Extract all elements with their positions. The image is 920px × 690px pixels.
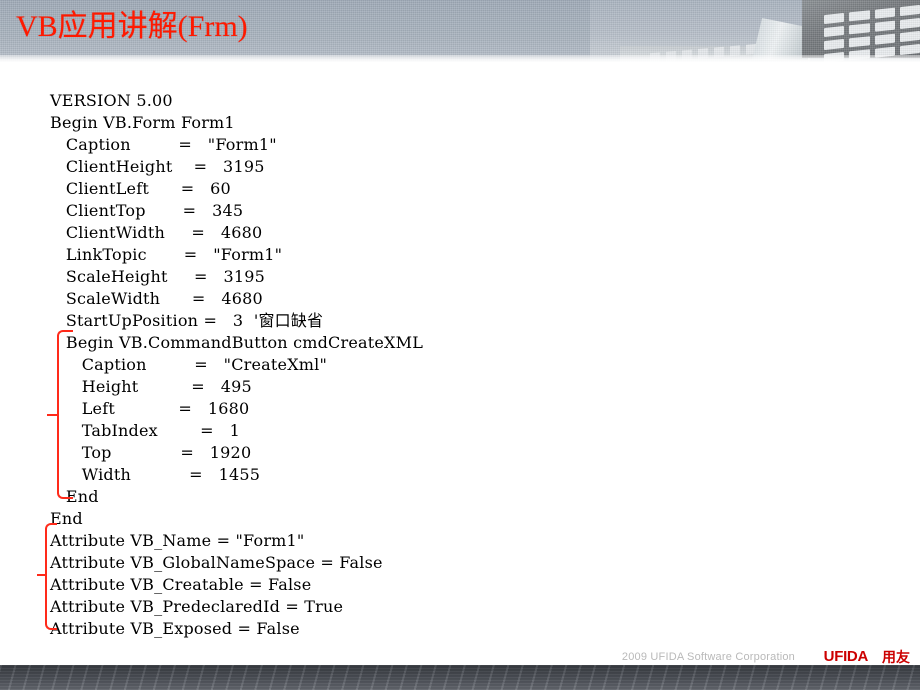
ufida-logo-text: UFIDA <box>823 648 869 665</box>
code-line: Width = 1455 <box>50 465 261 484</box>
code-line: ClientHeight = 3195 <box>50 157 265 176</box>
code-line: Left = 1680 <box>50 399 250 418</box>
attributes-block-brace-tick <box>37 574 45 576</box>
code-line: StartUpPosition = 3 '窗口缺省 <box>50 311 324 330</box>
code-line: LinkTopic = "Form1" <box>50 245 283 264</box>
slide-canvas: VB应用讲解(Frm) VERSION 5.00 Begin VB.Form Fo… <box>0 0 920 690</box>
code-line: ClientWidth = 4680 <box>50 223 263 242</box>
code-line: Begin VB.CommandButton cmdCreateXML <box>50 333 424 352</box>
code-listing: VERSION 5.00 Begin VB.Form Form1 Caption … <box>50 90 423 640</box>
page-title: VB应用讲解(Frm) <box>16 10 248 43</box>
building-window-grid <box>824 4 920 62</box>
code-line: Attribute VB_Exposed = False <box>50 619 300 638</box>
footer-copyright: 2009 UFIDA Software Corporation <box>621 651 795 663</box>
code-line: End <box>50 487 99 506</box>
ufida-logo-cn: 用友 <box>882 650 910 666</box>
code-line: Height = 495 <box>50 377 252 396</box>
code-line: ClientTop = 345 <box>50 201 244 220</box>
command-button-block-brace-tick <box>47 414 57 416</box>
code-line: ClientLeft = 60 <box>50 179 231 198</box>
code-line: Attribute VB_PredeclaredId = True <box>50 597 344 616</box>
code-line: End <box>50 509 83 528</box>
code-line: VERSION 5.00 <box>50 91 173 110</box>
footer-band <box>0 665 920 690</box>
code-line: TabIndex = 1 <box>50 421 241 440</box>
header-light-band <box>0 55 920 63</box>
code-line: Caption = "CreateXml" <box>50 355 328 374</box>
code-line: Attribute VB_GlobalNameSpace = False <box>50 553 383 572</box>
code-line: Caption = "Form1" <box>50 135 277 154</box>
code-line: Attribute VB_Creatable = False <box>50 575 312 594</box>
code-line: ScaleWidth = 4680 <box>50 289 263 308</box>
footer-texture <box>0 665 920 690</box>
code-line: Top = 1920 <box>50 443 252 462</box>
header-building-photo <box>802 0 920 62</box>
code-line: Begin VB.Form Form1 <box>50 113 235 132</box>
code-line: Attribute VB_Name = "Form1" <box>50 531 305 550</box>
code-line: ScaleHeight = 3195 <box>50 267 266 286</box>
